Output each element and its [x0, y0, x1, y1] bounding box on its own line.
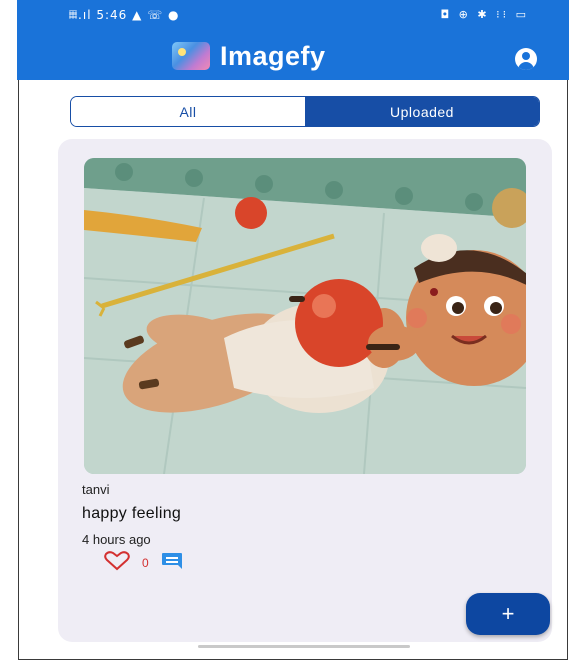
status-right: ◘ ⊕ ✱ ⁝⁝ ▭ [440, 8, 529, 21]
brand: Imagefy [172, 40, 326, 72]
image-collage-icon [172, 42, 210, 70]
status-bar: 𝄜.ıl 5:46 ▲ ☏ ● ◘ ⊕ ✱ ⁝⁝ ▭ [17, 0, 569, 26]
tab-all[interactable]: All [71, 97, 305, 126]
segmented-tabs: All Uploaded [70, 96, 540, 127]
post-actions: 0 [104, 550, 183, 576]
home-indicator [198, 645, 410, 648]
add-post-button[interactable]: + [466, 593, 550, 635]
post-time: 4 hours ago [82, 532, 151, 547]
status-left: 𝄜.ıl 5:46 ▲ ☏ ● [69, 8, 180, 22]
like-count: 0 [142, 556, 149, 570]
tab-uploaded[interactable]: Uploaded [305, 97, 539, 126]
app-title: Imagefy [220, 40, 326, 71]
app-bar: 𝄜.ıl 5:46 ▲ ☏ ● ◘ ⊕ ✱ ⁝⁝ ▭ Imagefy [17, 0, 569, 80]
post-card[interactable]: tanvi happy feeling 4 hours ago 0 [58, 139, 552, 642]
post-image[interactable] [84, 158, 526, 474]
account-circle-icon[interactable] [515, 48, 537, 70]
post-caption: happy feeling [82, 505, 182, 522]
heart-outline-icon[interactable] [104, 550, 130, 576]
post-author[interactable]: tanvi [82, 482, 109, 497]
comment-icon[interactable] [161, 552, 183, 575]
